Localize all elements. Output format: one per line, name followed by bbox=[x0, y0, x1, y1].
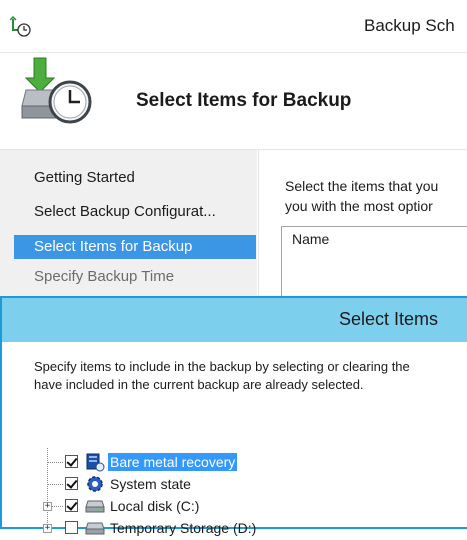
content-description: Select the items that you you with the m… bbox=[285, 176, 467, 216]
dialog-description-line-2: have included in the current backup are … bbox=[34, 377, 364, 392]
drive-icon bbox=[85, 500, 105, 513]
dialog-description-line-1: Specify items to include in the backup b… bbox=[34, 359, 410, 374]
local-disk-c-checkbox[interactable] bbox=[65, 499, 78, 512]
tree-row-bare-metal-recovery[interactable]: Bare metal recovery bbox=[30, 452, 467, 474]
system-state-checkbox[interactable] bbox=[65, 477, 78, 490]
temporary-storage-d-label[interactable]: Temporary Storage (D:) bbox=[108, 519, 258, 537]
local-disk-c-expander[interactable]: + bbox=[43, 502, 52, 511]
wizard-title: Backup Sch bbox=[364, 16, 455, 35]
nav-item-getting-started[interactable]: Getting Started bbox=[14, 166, 135, 190]
tree-row-temporary-storage-d[interactable]: + Temporary Storage (D:) bbox=[30, 518, 467, 540]
bare-metal-recovery-checkbox[interactable] bbox=[65, 455, 78, 468]
server-icon bbox=[86, 453, 105, 472]
dialog-title: Select Items bbox=[339, 309, 439, 329]
nav-item-specify-backup-time: Specify Backup Time bbox=[34, 268, 175, 285]
system-state-label[interactable]: System state bbox=[108, 475, 193, 493]
temporary-storage-d-checkbox[interactable] bbox=[65, 521, 78, 534]
local-disk-c-label[interactable]: Local disk (C:) bbox=[108, 497, 201, 515]
dialog-description: Specify items to include in the backup b… bbox=[34, 358, 467, 394]
content-description-line-2: you with the most optior bbox=[285, 198, 433, 214]
drive-icon bbox=[85, 522, 105, 535]
backup-schedule-icon bbox=[21, 57, 92, 124]
items-tree[interactable]: Bare metal recovery System state + Local… bbox=[30, 448, 467, 536]
nav-item-select-backup-configuration[interactable]: Select Backup Configurat... bbox=[14, 200, 216, 224]
tree-row-local-disk-c[interactable]: + Local disk (C:) bbox=[30, 496, 467, 518]
backup-app-icon bbox=[10, 16, 31, 37]
list-column-name[interactable]: Name bbox=[292, 231, 329, 247]
nav-item-select-items-for-backup[interactable]: Select Items for Backup bbox=[34, 235, 192, 259]
content-description-line-1: Select the items that you bbox=[285, 178, 439, 194]
page-heading: Select Items for Backup bbox=[136, 90, 352, 111]
bare-metal-recovery-label[interactable]: Bare metal recovery bbox=[108, 453, 238, 471]
gear-icon bbox=[87, 476, 103, 492]
tree-row-system-state[interactable]: System state bbox=[30, 474, 467, 496]
